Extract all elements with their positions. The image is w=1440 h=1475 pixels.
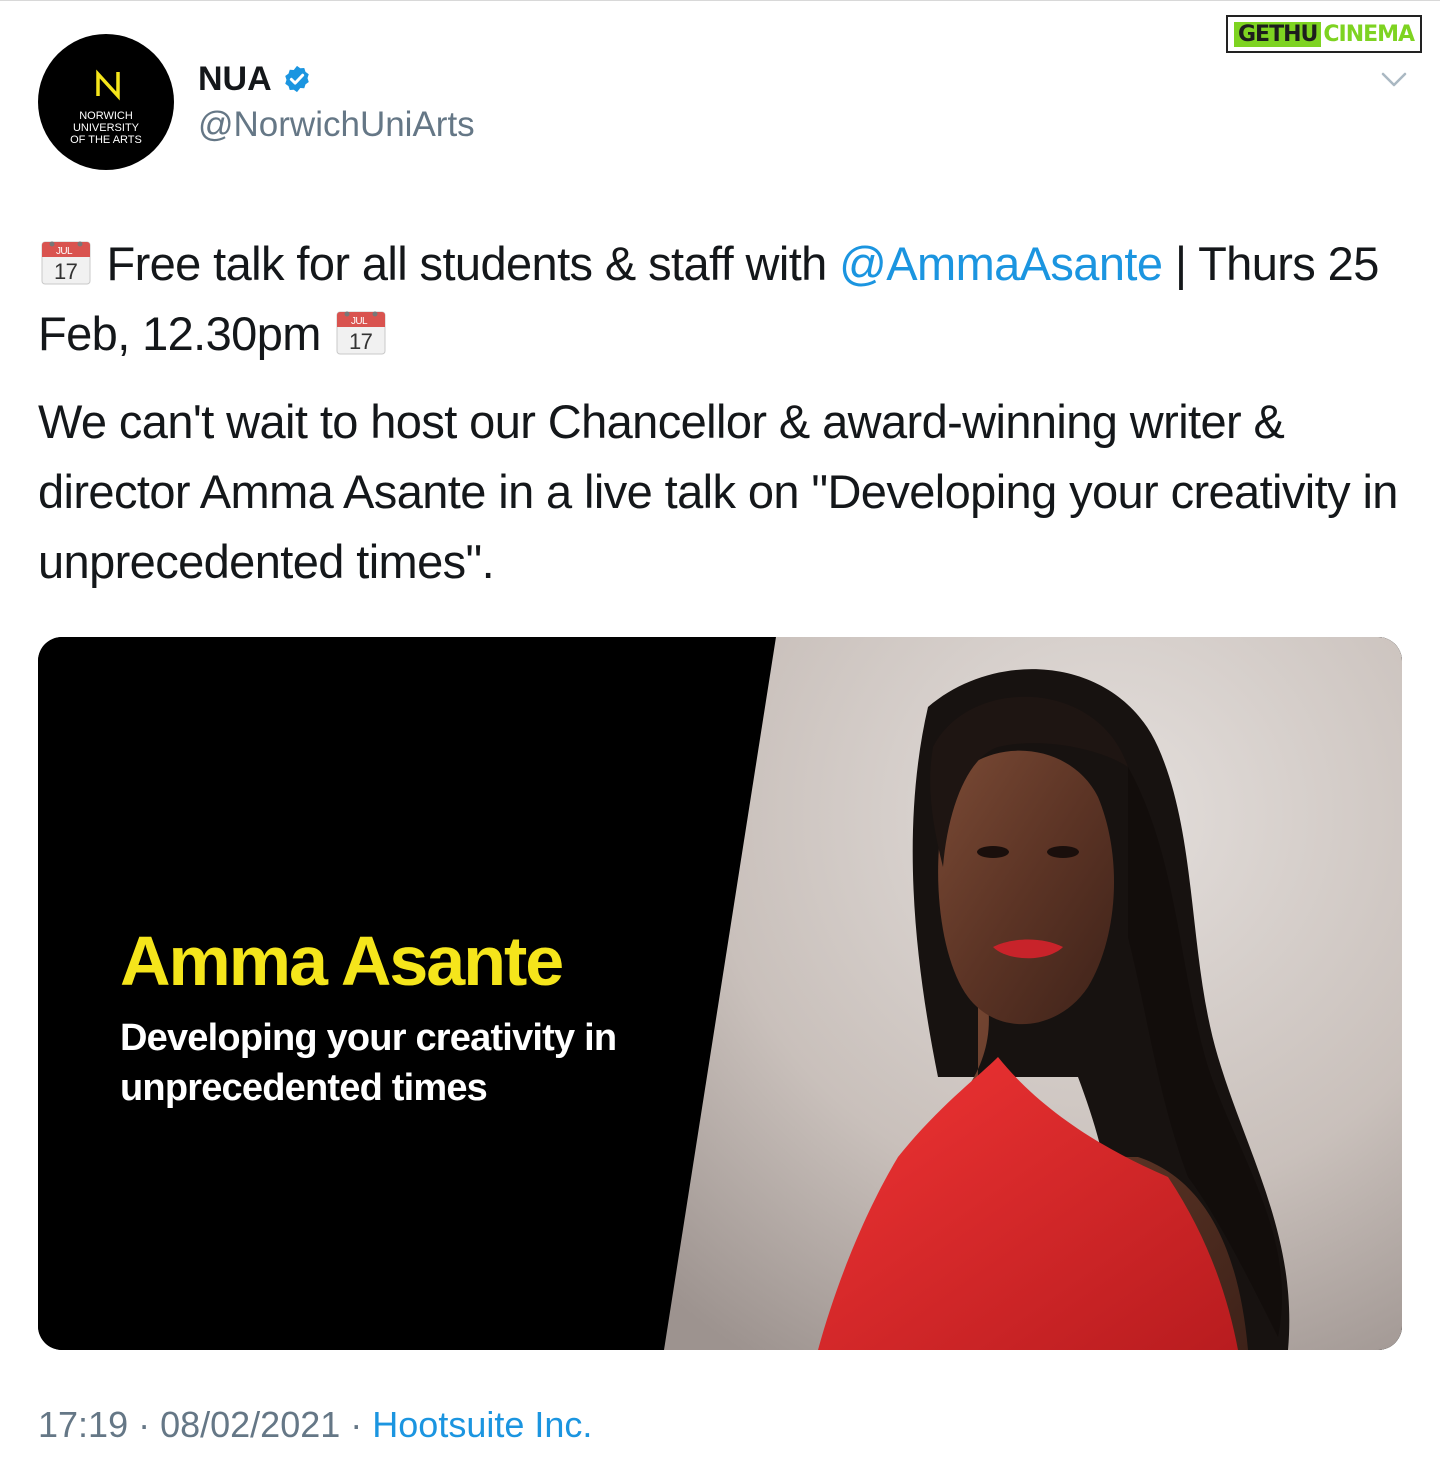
account-handle[interactable]: @NorwichUniArts — [198, 105, 475, 145]
avatar[interactable]: NORWICH UNIVERSITY OF THE ARTS — [38, 34, 174, 170]
watermark-box: GETHU CINEMA — [1226, 15, 1423, 53]
verified-badge-icon — [284, 65, 309, 93]
media-subtitle: Developing your creativity in unpreceden… — [120, 1017, 617, 1109]
tweet-paragraph-2: We can't wait to host our Chancellor & a… — [38, 395, 1398, 588]
avatar-wordmark: NORWICH UNIVERSITY OF THE ARTS — [38, 110, 174, 146]
avatar-line-3: OF THE ARTS — [70, 134, 142, 146]
watermark-logo: GETHU CINEMA — [1222, 5, 1436, 57]
tweet-text-segment-a: Free talk for all students & staff with — [106, 237, 840, 290]
tweet-page: GETHU CINEMA NORWICH UNIVERSITY OF THE A… — [0, 0, 1440, 1475]
watermark-part2: CINEMA — [1323, 21, 1415, 47]
display-name[interactable]: NUA — [198, 59, 312, 99]
avatar-line-2: UNIVERSITY — [72, 122, 139, 134]
calendar-day: 17 — [54, 259, 78, 284]
avatar-line-1: NORWICH — [79, 110, 133, 122]
chevron-down-icon[interactable] — [1380, 71, 1408, 89]
tweet-paragraph-1: JUL 17 Free talk for all students & staf… — [38, 229, 1408, 369]
tweet-source-link[interactable]: Hootsuite Inc. — [372, 1404, 592, 1445]
tweet-meta: 17:19 · 08/02/2021 · Hootsuite Inc. — [38, 1403, 592, 1447]
calendar-icon: JUL 17 — [335, 305, 387, 355]
calendar-day: 17 — [349, 329, 373, 354]
nua-logo-icon — [96, 69, 120, 101]
tweet-text: JUL 17 Free talk for all students & staf… — [38, 229, 1408, 597]
display-name-text: NUA — [198, 60, 272, 98]
watermark-part1: GETHU — [1234, 21, 1322, 47]
meta-separator: · — [128, 1404, 161, 1445]
meta-separator: · — [340, 1404, 373, 1445]
tweet-date[interactable]: 08/02/2021 — [160, 1404, 340, 1445]
calendar-icon: JUL 17 — [40, 235, 92, 285]
tweet-time[interactable]: 17:19 — [38, 1404, 128, 1445]
media-title: Amma Asante — [120, 922, 564, 1000]
mention-link[interactable]: @AmmaAsante — [839, 237, 1163, 290]
calendar-month: JUL — [351, 316, 368, 327]
tweet-media-image[interactable]: Amma Asante Developing your creativity i… — [38, 637, 1402, 1350]
calendar-month: JUL — [56, 246, 73, 257]
